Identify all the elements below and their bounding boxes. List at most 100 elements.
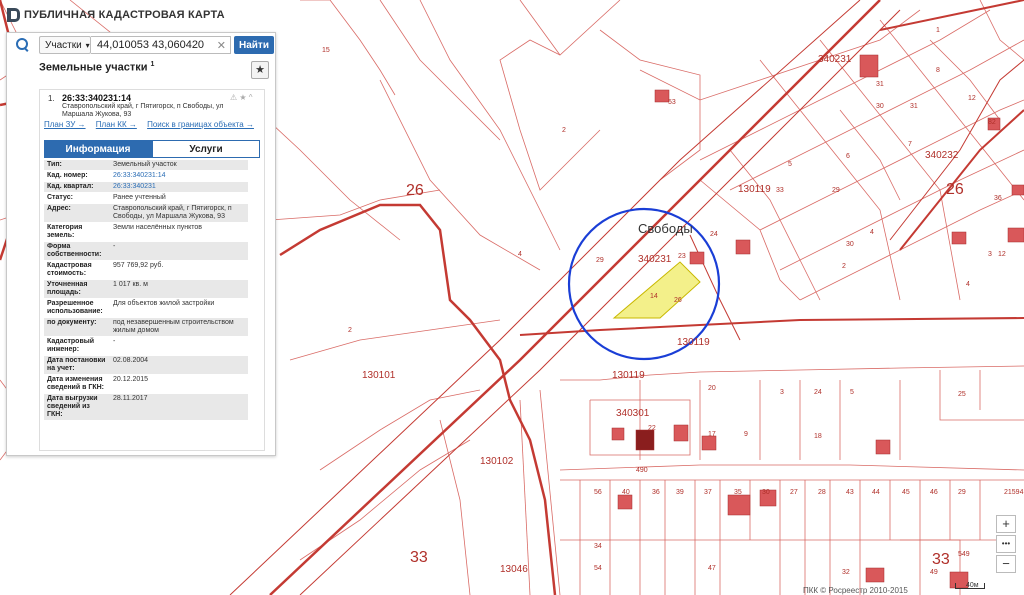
attribute-row: Дата выгрузки сведений из ГКН: 28.11.2017 bbox=[44, 394, 248, 420]
attribute-row: Кадастровая стоимость: 957 769,92 руб. bbox=[44, 261, 248, 279]
attribute-row: Тип: Земельный участок bbox=[44, 160, 248, 170]
quarter-label: 340232 bbox=[925, 150, 959, 161]
parcel-label: 5 bbox=[788, 161, 792, 168]
pkk-logo-icon bbox=[6, 8, 20, 22]
attribute-value: 28.11.2017 bbox=[113, 395, 148, 402]
parcel-label: 20 bbox=[708, 385, 716, 392]
parcel-label: 14 bbox=[650, 293, 658, 300]
attribute-row: Разрешенное использование: Для объектов ж… bbox=[44, 299, 248, 317]
search-icon[interactable] bbox=[11, 33, 35, 57]
parcel-label: 25 bbox=[958, 391, 966, 398]
parcel-label: 35 bbox=[734, 489, 742, 496]
favorite-star-button[interactable]: ★ bbox=[251, 61, 269, 79]
block-number-label: 26 bbox=[406, 182, 424, 199]
parcel-label: 30 bbox=[846, 241, 854, 248]
attribute-key: Форма собственности: bbox=[47, 243, 102, 258]
buildings bbox=[611, 54, 1024, 589]
attribute-value: Ставропольский край, г Пятигорск, п Своб… bbox=[113, 205, 232, 220]
attribute-value: Земли населённых пунктов bbox=[113, 224, 203, 231]
quarter-label: 340301 bbox=[616, 408, 650, 419]
parcel-label: 3 bbox=[988, 251, 992, 258]
cad-number-title[interactable]: 26:33:340231:14 bbox=[62, 93, 131, 103]
scale-label: 40м bbox=[966, 582, 979, 589]
parcel-label: 22 bbox=[648, 425, 656, 432]
plan-zu-link[interactable]: План ЗУ → bbox=[44, 120, 86, 129]
parcel-label: 47 bbox=[708, 565, 716, 572]
card-address: Ставропольский край, г Пятигорск, п Своб… bbox=[62, 103, 224, 118]
block-number-label: 33 bbox=[932, 551, 950, 568]
parcel-label: 31 bbox=[910, 103, 918, 110]
parcel-label: 32 bbox=[842, 569, 850, 576]
attribute-row: по документу: под незавершенным строитель… bbox=[44, 318, 248, 336]
attribute-value: 1 017 кв. м bbox=[113, 281, 148, 288]
tab-services[interactable]: Услуги bbox=[152, 140, 260, 158]
attribute-key: Статус: bbox=[47, 194, 73, 201]
attribute-row: Дата постановки на учет: 02.08.2004 bbox=[44, 356, 248, 374]
parcel-label: 2 bbox=[348, 327, 352, 334]
quarter-label: 130101 bbox=[362, 370, 396, 381]
caret-down-icon: ▾ bbox=[85, 40, 90, 50]
parcel-label: 1 bbox=[936, 27, 940, 34]
parcel-label: 12 bbox=[968, 95, 976, 102]
attribute-key: Дата выгрузки сведений из ГКН: bbox=[47, 395, 98, 418]
card-links: План ЗУ → План КК → Поиск в границах объ… bbox=[44, 120, 262, 130]
more-button[interactable]: ••• bbox=[996, 535, 1016, 553]
parcel-label: 45 bbox=[902, 489, 910, 496]
attribute-value: 20.12.2015 bbox=[113, 376, 149, 383]
tab-info[interactable]: Информация bbox=[44, 140, 152, 158]
parcel-label: 2 bbox=[842, 263, 846, 270]
search-bounds-link[interactable]: Поиск в границах объекта → bbox=[147, 120, 254, 129]
quarter-label: 130102 bbox=[480, 456, 514, 467]
parcel-label: 23 bbox=[678, 253, 686, 260]
selected-parcel[interactable] bbox=[612, 261, 701, 319]
attribute-row: Кадастровый инженер: - bbox=[44, 337, 248, 355]
parcel-label: 56 bbox=[594, 489, 602, 496]
plan-kk-link[interactable]: План КК → bbox=[96, 120, 137, 129]
parcel-label: 28 bbox=[818, 489, 826, 496]
search-input[interactable]: 44,010053 43,060420 ✕ bbox=[91, 36, 231, 54]
parcel-label: 37 bbox=[704, 489, 712, 496]
parcel-label: 49 bbox=[930, 569, 938, 576]
attribute-value: Для объектов жилой застройки bbox=[113, 300, 215, 307]
attribute-value[interactable]: 26:33:340231 bbox=[110, 182, 248, 192]
search-type-label: Участки bbox=[45, 39, 82, 51]
attribute-key: Кадастровая стоимость: bbox=[47, 262, 92, 277]
parcel-card: 1. 26:33:340231:14 Ставропольский край, … bbox=[39, 89, 265, 451]
block-number-label: 33 bbox=[410, 549, 428, 566]
zoom-out-button[interactable]: − bbox=[996, 555, 1016, 573]
clear-icon[interactable]: ✕ bbox=[217, 39, 226, 52]
attribute-value: - bbox=[113, 243, 116, 250]
attribute-value: под незавершенным строительством жилым д… bbox=[113, 319, 234, 334]
parcel-label: 54 bbox=[594, 565, 602, 572]
parcel-label: 18 bbox=[814, 433, 822, 440]
attribute-value: Ранее учтенный bbox=[113, 194, 166, 201]
attribute-key: Категория земель: bbox=[47, 224, 83, 239]
attribute-value: - bbox=[113, 338, 116, 345]
card-tool-icons[interactable]: ⚠ ★ ^ bbox=[230, 93, 253, 102]
block-number-label: 26 bbox=[946, 181, 964, 198]
attribute-value[interactable]: 26:33:340231:14 bbox=[110, 171, 248, 181]
parcel-label: 82 bbox=[988, 119, 996, 126]
quarter-label: 130119 bbox=[612, 370, 645, 381]
parcel-label: 5 bbox=[850, 389, 854, 396]
search-type-select[interactable]: Участки ▾ bbox=[39, 36, 91, 54]
info-panel: Участки ▾ 44,010053 43,060420 ✕ Найти Зе… bbox=[6, 32, 276, 456]
find-button[interactable]: Найти bbox=[234, 36, 274, 54]
section-header: Земельные участки 1 bbox=[39, 61, 154, 74]
attribute-row: Статус: Ранее учтенный bbox=[44, 193, 248, 203]
parcel-label: 44 bbox=[872, 489, 880, 496]
parcel-label: 490 bbox=[636, 467, 648, 474]
zoom-in-button[interactable]: + bbox=[996, 515, 1016, 533]
attribute-row: Кад. квартал: 26:33:340231 bbox=[44, 182, 248, 192]
parcel-label: 8 bbox=[936, 67, 940, 74]
parcel-label: 34 bbox=[594, 543, 602, 550]
quarter-label: 13046 bbox=[500, 564, 528, 575]
attribute-row: Дата изменения сведений в ГКН: 20.12.2015 bbox=[44, 375, 248, 393]
attribute-value: 957 769,92 руб. bbox=[113, 262, 164, 269]
attribute-table: Тип: Земельный участок Кад. номер: 26:33:34… bbox=[44, 160, 248, 421]
parcel-label: 2 bbox=[562, 127, 566, 134]
search-query: 44,010053 43,060420 bbox=[97, 39, 205, 51]
parcel-label: 3 bbox=[780, 389, 784, 396]
attribute-key: Кад. квартал: bbox=[47, 183, 94, 190]
parcel-label: 21594 bbox=[1004, 489, 1024, 496]
